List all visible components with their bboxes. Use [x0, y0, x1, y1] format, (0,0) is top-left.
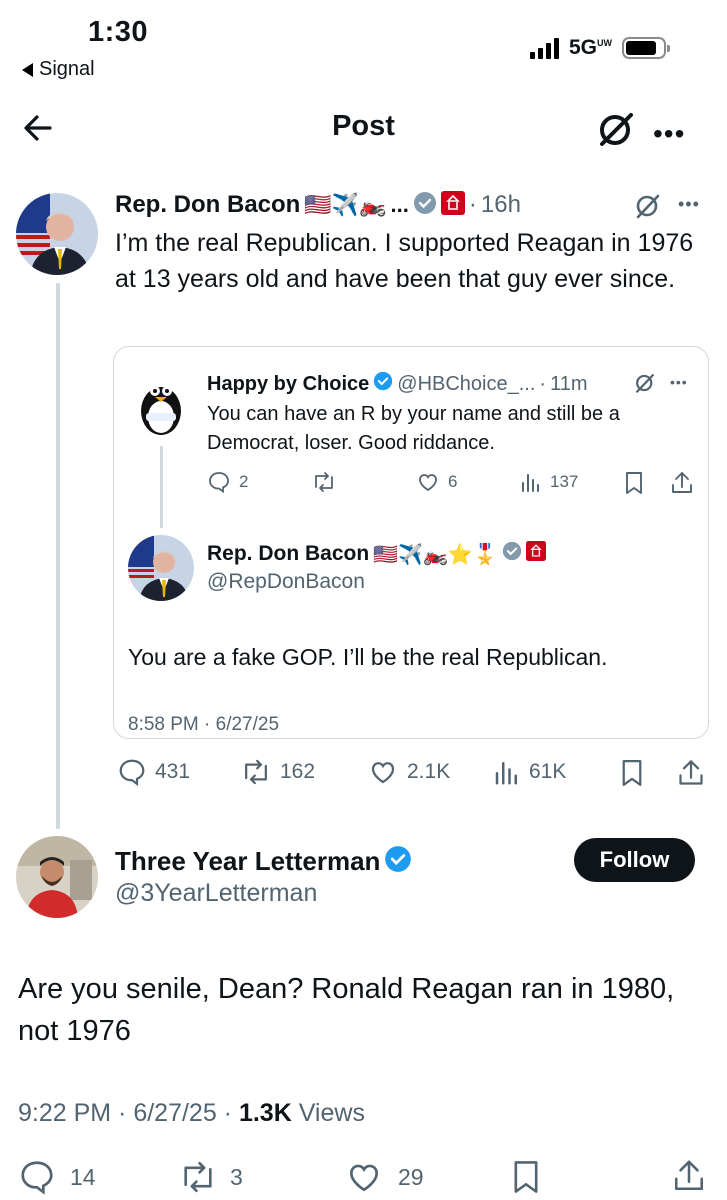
back-to-app[interactable]: Signal — [22, 58, 95, 81]
back-app-label: Signal — [39, 58, 95, 80]
bookmark-button[interactable] — [619, 757, 645, 789]
battery-icon — [622, 37, 671, 59]
like-button[interactable]: 29 — [344, 1158, 424, 1196]
reply-button[interactable]: 14 — [18, 1158, 96, 1196]
repost-button[interactable]: 162 — [240, 757, 315, 787]
author-name[interactable]: Happy by Choice — [207, 373, 369, 396]
cell-signal-icon — [530, 37, 559, 59]
repost-button[interactable] — [311, 470, 337, 494]
verified-badge-icon — [373, 371, 393, 397]
quoted-reply-text: You can have an R by your name and still… — [207, 403, 620, 454]
views-button[interactable]: 61K — [493, 757, 566, 787]
thread-line — [160, 446, 163, 528]
more-options-icon[interactable]: ••• — [653, 118, 685, 150]
status-time: 1:30 — [88, 16, 149, 48]
reply-meta: 9:22 PM · 6/27/25 · 1.3K Views — [18, 1099, 365, 1128]
avatar[interactable] — [16, 193, 98, 275]
repost-button[interactable]: 3 — [178, 1158, 243, 1196]
gray-verified-icon — [413, 191, 437, 220]
avatar[interactable] — [128, 535, 194, 601]
post-more-icon[interactable]: ••• — [678, 194, 700, 215]
gop-badge-icon — [440, 190, 465, 220]
author-name[interactable]: Rep. Don Bacon — [207, 542, 369, 566]
back-app-arrow-icon — [22, 62, 33, 77]
views-label: Views — [291, 1099, 365, 1127]
network-type: 5GUW — [569, 36, 613, 59]
post-time: 16h — [480, 191, 521, 218]
grok-icon[interactable] — [634, 372, 656, 399]
author-emojis: 🇺🇸✈️🏍️ — [304, 192, 387, 217]
author-handle: @3YearLetterman — [115, 879, 318, 907]
avatar[interactable] — [128, 373, 194, 439]
like-button[interactable]: 6 — [416, 470, 457, 494]
author-emojis: 🇺🇸✈️🏍️⭐🎖️ — [373, 543, 498, 566]
author-handle: @HBChoice_... — [397, 372, 536, 395]
author-name[interactable]: Three Year Letterman — [115, 846, 380, 877]
post-text: I’m the real Republican. I supported Rea… — [115, 229, 694, 293]
grok-icon[interactable] — [634, 192, 662, 225]
share-button[interactable] — [677, 757, 705, 789]
reply-text: Are you senile, Dean? Ronald Reagan ran … — [18, 973, 675, 1047]
views-count: 1.3K — [238, 1099, 292, 1127]
post-header: Rep. Don Bacon 🇺🇸✈️🏍️ ... · 16h — [115, 190, 521, 220]
reply-button[interactable]: 431 — [117, 757, 190, 787]
gop-badge-icon — [525, 541, 546, 567]
avatar[interactable] — [16, 836, 98, 918]
reply-button[interactable]: 2 — [207, 470, 248, 494]
quoted-post-text: You are a fake GOP. I’ll be the real Rep… — [128, 644, 608, 670]
verified-badge-icon — [384, 845, 412, 878]
quoted-post-header: Rep. Don Bacon 🇺🇸✈️🏍️⭐🎖️ — [207, 540, 546, 568]
thread-line — [56, 283, 60, 829]
share-button[interactable] — [670, 470, 694, 496]
author-handle: @RepDonBacon — [207, 570, 365, 593]
bookmark-button[interactable] — [510, 1158, 542, 1196]
like-button[interactable]: 2.1K — [367, 757, 450, 787]
reply-header: Three Year Letterman — [115, 843, 412, 879]
gray-verified-icon — [502, 541, 522, 567]
post-time: 11m — [550, 372, 588, 395]
author-name[interactable]: Rep. Don Bacon — [115, 191, 300, 219]
share-button[interactable] — [672, 1156, 706, 1196]
quoted-post-timestamp: 8:58 PM · 6/27/25 — [128, 714, 280, 735]
status-indicators: 5GUW — [530, 36, 671, 60]
views-button[interactable]: 137 — [520, 470, 578, 494]
post-more-icon[interactable]: ••• — [670, 374, 688, 390]
grok-icon[interactable] — [596, 110, 636, 153]
follow-button[interactable]: Follow — [574, 838, 695, 882]
reply-timestamp: 9:22 PM · 6/27/25 · — [18, 1099, 239, 1127]
bookmark-button[interactable] — [623, 470, 645, 496]
quoted-reply-header: Happy by Choice @HBChoice_... · 11m — [207, 370, 588, 398]
